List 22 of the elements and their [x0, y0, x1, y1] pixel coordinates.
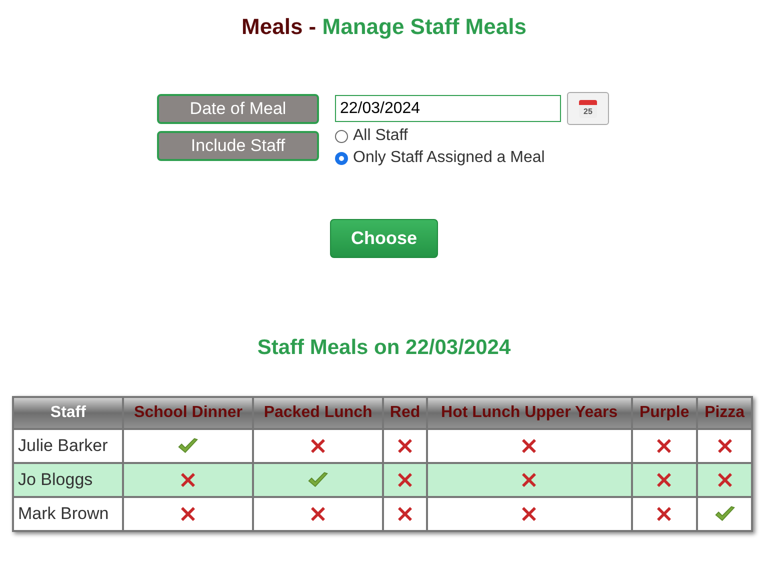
column-header: Hot Lunch Upper Years: [427, 397, 632, 429]
column-header: Purple: [632, 397, 698, 429]
staff-name-cell: Jo Bloggs: [13, 463, 124, 497]
column-header: Packed Lunch: [253, 397, 383, 429]
calendar-icon: 25: [579, 100, 597, 118]
column-header: Pizza: [697, 397, 752, 429]
calendar-button[interactable]: 25: [567, 92, 609, 125]
page-title-prefix: Meals -: [242, 14, 316, 39]
date-field[interactable]: 22/03/2024: [335, 95, 561, 122]
radio-label[interactable]: All Staff: [353, 127, 408, 145]
results-title: Staff Meals on 22/03/2024: [256, 336, 512, 360]
column-header: Red: [383, 397, 428, 429]
radio-label[interactable]: Only Staff Assigned a Meal: [353, 149, 545, 167]
include-staff-label: Include Staff: [157, 131, 319, 161]
column-header: School Dinner: [123, 397, 254, 429]
staff-name-cell: Julie Barker: [13, 429, 124, 463]
staff-name-cell: Mark Brown: [13, 497, 124, 531]
radio-button[interactable]: [335, 130, 348, 142]
page-title: Manage Staff Meals: [322, 14, 526, 39]
radio-button[interactable]: [335, 152, 348, 164]
column-header: Staff: [13, 397, 124, 429]
date-label: Date of Meal: [157, 94, 319, 124]
